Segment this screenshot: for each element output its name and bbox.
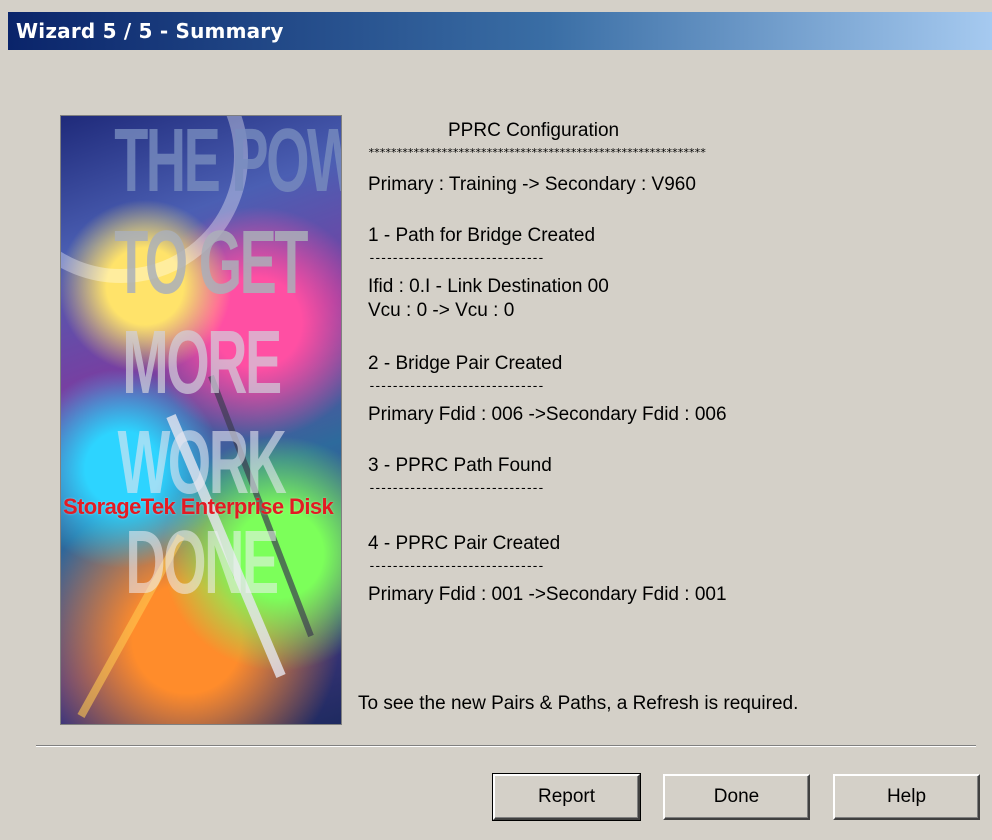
refresh-note: To see the new Pairs & Paths, a Refresh … [358,693,799,714]
summary-heading: PPRC Configuration [448,120,620,141]
help-button[interactable]: Help [833,774,980,820]
window-title: Wizard 5 / 5 - Summary [16,19,284,43]
step-title: 2 - Bridge Pair Created [368,353,563,374]
report-button[interactable]: Report [492,773,641,821]
step-divider: ------------------------------ [368,559,545,574]
button-separator [36,745,976,747]
step-title: 3 - PPRC Path Found [368,455,552,476]
connection-line: Primary : Training -> Secondary : V960 [368,174,696,195]
step-divider: ------------------------------ [368,481,545,496]
done-button[interactable]: Done [663,774,810,820]
step-detail: Ifid : 0.I - Link Destination 00 [368,276,609,297]
banner-word: TO GET [114,213,308,313]
step-divider: ------------------------------ [368,251,545,266]
step-detail: Vcu : 0 -> Vcu : 0 [368,300,515,321]
step-detail: Primary Fdid : 001 ->Secondary Fdid : 00… [368,584,727,605]
heading-underline: ****************************************… [368,146,706,159]
banner-word: MORE [122,313,282,413]
step-divider: ------------------------------ [368,379,545,394]
product-banner-image: THE POWER TO GET MORE WORK DONE StorageT… [60,115,342,725]
banner-word: THE POWER [114,115,341,211]
banner-word: DONE [125,513,279,613]
step-detail: Primary Fdid : 006 ->Secondary Fdid : 00… [368,404,727,425]
title-bar[interactable]: Wizard 5 / 5 - Summary [8,12,992,50]
step-title: 1 - Path for Bridge Created [368,225,596,246]
step-title: 4 - PPRC Pair Created [368,533,561,554]
banner-brand-text: StorageTek Enterprise Disk [63,494,334,519]
